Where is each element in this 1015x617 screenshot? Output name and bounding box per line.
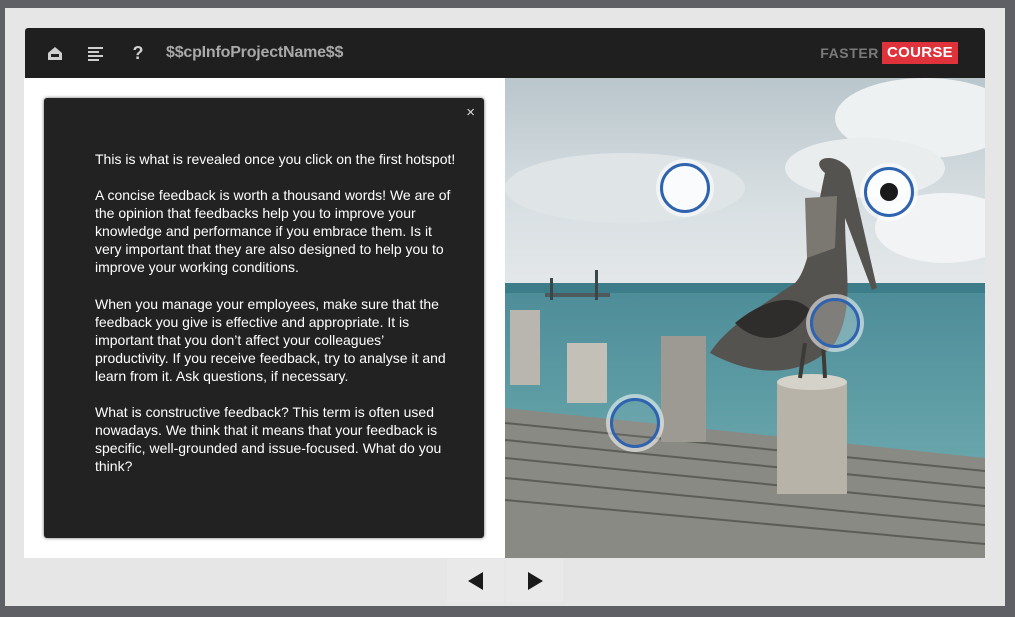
hotspot-1[interactable] (660, 163, 710, 213)
brand-part-faster: FASTER (820, 45, 880, 61)
feedback-text: This is what is revealed once you click … (95, 150, 461, 493)
player-stage: ? $$cpInfoProjectName$$ FASTER COURSE × … (5, 8, 1005, 606)
feedback-paragraph: When you manage your employees, make sur… (95, 295, 446, 384)
hotspot-4[interactable] (610, 398, 660, 448)
prev-button[interactable] (447, 559, 504, 602)
feedback-paragraph: A concise feedback is worth a thousand w… (95, 187, 451, 276)
pelican-photo (505, 78, 985, 558)
selected-dot-icon (880, 183, 898, 201)
help-glyph: ? (132, 43, 144, 63)
feedback-panel: × This is what is revealed once you clic… (44, 98, 484, 538)
feedback-paragraph: What is constructive feedback? This term… (95, 404, 442, 475)
brand-logo: FASTER COURSE (820, 42, 958, 64)
next-button[interactable] (506, 559, 563, 602)
triangle-left-icon (467, 571, 483, 590)
menu-icon[interactable] (86, 43, 106, 63)
help-icon[interactable]: ? (128, 43, 148, 63)
hotspot-3[interactable] (810, 298, 860, 348)
project-title: $$cpInfoProjectName$$ (166, 44, 344, 61)
close-icon[interactable]: × (466, 104, 475, 121)
triangle-right-icon (527, 571, 543, 590)
home-icon[interactable] (45, 43, 65, 63)
hotspot-2[interactable] (864, 167, 914, 217)
brand-part-course: COURSE (882, 42, 958, 64)
feedback-paragraph: This is what is revealed once you click … (95, 151, 456, 167)
top-toolbar: ? $$cpInfoProjectName$$ FASTER COURSE (25, 28, 985, 78)
